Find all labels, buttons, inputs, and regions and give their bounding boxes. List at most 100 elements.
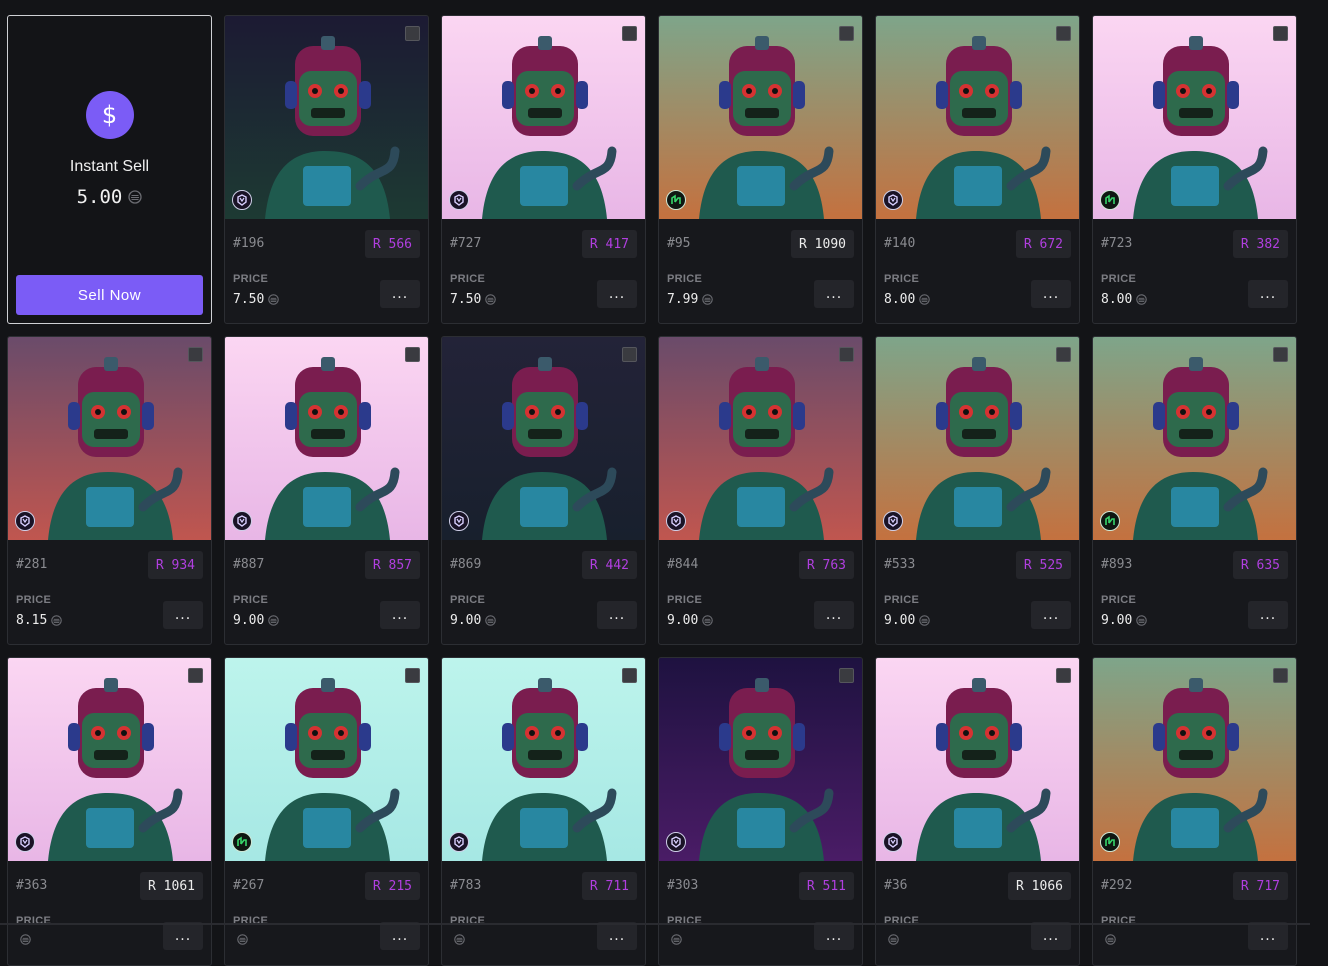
price-value: 9.00 [884,613,931,628]
nft-image[interactable] [442,16,645,219]
select-checkbox[interactable] [839,26,854,41]
price-value: 7.99 [667,292,714,307]
select-checkbox[interactable] [405,668,420,683]
horizontal-scrollbar[interactable] [0,923,1310,925]
nft-card[interactable]: #303 R 511 PRICE ... [658,657,863,966]
price-value [884,934,899,945]
currency-icon [702,615,714,626]
nft-image[interactable] [442,658,645,861]
nft-image[interactable] [659,337,862,540]
more-options-button[interactable]: ... [597,601,637,629]
nft-image[interactable] [225,16,428,219]
select-checkbox[interactable] [405,26,420,41]
nft-card[interactable]: #869 R 442 PRICE 9.00 ... [441,336,646,645]
price-value: 8.00 [884,292,931,307]
nft-image[interactable] [1093,658,1296,861]
more-options-button[interactable]: ... [1248,601,1288,629]
nft-image[interactable] [876,16,1079,219]
nft-image[interactable] [876,658,1079,861]
more-options-button[interactable]: ... [814,601,854,629]
nft-image[interactable] [876,337,1079,540]
select-checkbox[interactable] [1273,347,1288,362]
select-checkbox[interactable] [188,668,203,683]
price-label: PRICE [1101,915,1137,927]
more-options-button[interactable]: ... [1248,922,1288,950]
marketplace-badge-icon [666,832,686,852]
more-options-button[interactable]: ... [1031,922,1071,950]
more-options-button[interactable]: ... [814,280,854,308]
marketplace-badge-icon [15,832,35,852]
nft-image[interactable] [225,658,428,861]
rarity-rank-badge: R 417 [581,230,637,258]
more-options-button[interactable]: ... [380,280,420,308]
nft-card[interactable]: #292 R 717 PRICE ... [1092,657,1297,966]
more-options-button[interactable]: ... [1248,280,1288,308]
select-checkbox[interactable] [1056,347,1071,362]
select-checkbox[interactable] [622,668,637,683]
rarity-rank-badge: R 1061 [140,872,203,900]
select-checkbox[interactable] [839,347,854,362]
nft-card[interactable]: #893 R 635 PRICE 9.00 ... [1092,336,1297,645]
nft-card[interactable]: #727 R 417 PRICE 7.50 ... [441,15,646,324]
currency-icon [454,934,465,945]
nft-image[interactable] [8,337,211,540]
marketplace-badge-icon [232,511,252,531]
nft-card[interactable]: #363 R 1061 PRICE ... [7,657,212,966]
nft-card[interactable]: #267 R 215 PRICE ... [224,657,429,966]
select-checkbox[interactable] [622,347,637,362]
currency-icon [702,294,714,305]
price-amount: 7.50 [450,292,482,307]
more-options-button[interactable]: ... [1031,280,1071,308]
nft-image[interactable] [442,337,645,540]
currency-icon [671,934,682,945]
more-options-button[interactable]: ... [1031,601,1071,629]
nft-image[interactable] [225,337,428,540]
more-options-button[interactable]: ... [814,922,854,950]
select-checkbox[interactable] [622,26,637,41]
nft-card[interactable]: #844 R 763 PRICE 9.00 ... [658,336,863,645]
select-checkbox[interactable] [405,347,420,362]
price-label: PRICE [884,594,920,606]
more-options-button[interactable]: ... [163,601,203,629]
nft-card[interactable]: #783 R 711 PRICE ... [441,657,646,966]
nft-image[interactable] [659,16,862,219]
more-options-button[interactable]: ... [597,922,637,950]
rarity-rank-badge: R 711 [581,872,637,900]
price-value: 9.00 [450,613,497,628]
marketplace-badge-icon [883,190,903,210]
nft-image[interactable] [659,658,862,861]
select-checkbox[interactable] [1056,26,1071,41]
nft-image[interactable] [1093,16,1296,219]
currency-icon [1136,294,1148,305]
nft-card[interactable]: #281 R 934 PRICE 8.15 ... [7,336,212,645]
price-label: PRICE [1101,594,1137,606]
nft-card[interactable]: #887 R 857 PRICE 9.00 ... [224,336,429,645]
more-options-button[interactable]: ... [380,601,420,629]
select-checkbox[interactable] [1273,668,1288,683]
nft-card[interactable]: #723 R 382 PRICE 8.00 ... [1092,15,1297,324]
price-label: PRICE [1101,273,1137,285]
select-checkbox[interactable] [1056,668,1071,683]
more-options-button[interactable]: ... [163,922,203,950]
currency-icon [919,294,931,305]
nft-image[interactable] [8,658,211,861]
nft-card[interactable]: #533 R 525 PRICE 9.00 ... [875,336,1080,645]
rarity-rank-badge: R 763 [798,551,854,579]
more-options-button[interactable]: ... [597,280,637,308]
marketplace-badge-icon [883,832,903,852]
nft-card[interactable]: #95 R 1090 PRICE 7.99 ... [658,15,863,324]
price-value: 9.00 [1101,613,1148,628]
select-checkbox[interactable] [188,347,203,362]
nft-card[interactable]: #196 R 566 PRICE 7.50 ... [224,15,429,324]
nft-id: #36 [884,878,908,893]
rarity-rank-badge: R 934 [147,551,203,579]
sell-now-button[interactable]: Sell Now [16,275,203,315]
nft-card[interactable]: #36 R 1066 PRICE ... [875,657,1080,966]
nft-card[interactable]: #140 R 672 PRICE 8.00 ... [875,15,1080,324]
select-checkbox[interactable] [839,668,854,683]
select-checkbox[interactable] [1273,26,1288,41]
more-options-button[interactable]: ... [380,922,420,950]
marketplace-badge-icon [449,511,469,531]
nft-image[interactable] [1093,337,1296,540]
nft-id: #727 [450,236,482,251]
